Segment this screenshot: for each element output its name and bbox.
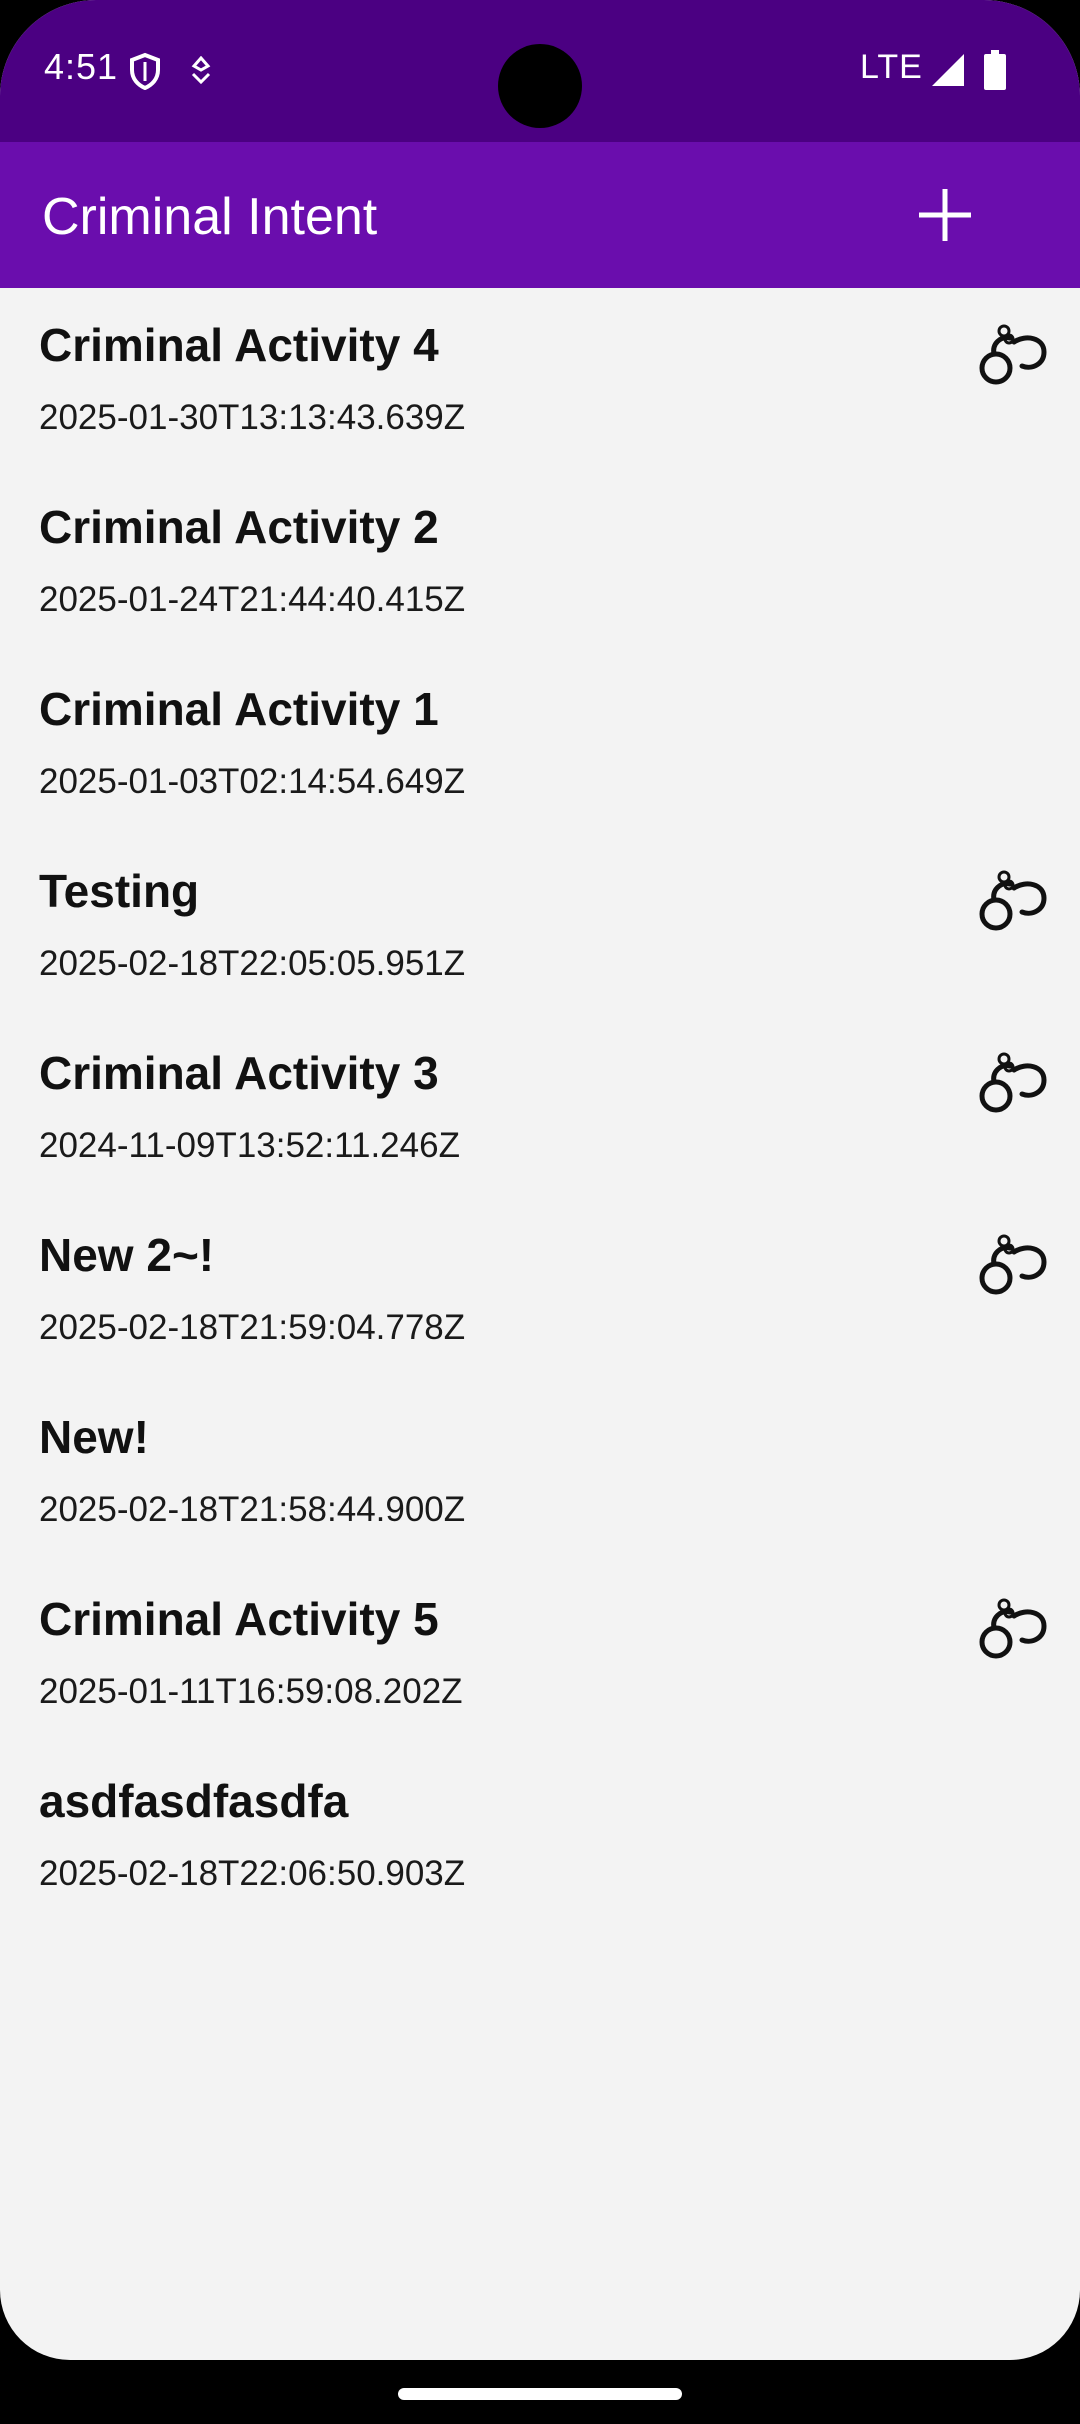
app-title: Criminal Intent — [42, 188, 378, 246]
navigation-icon — [191, 56, 211, 85]
crime-date: 2025-01-03T02:14:54.649Z — [39, 762, 466, 801]
crime-title: Criminal Activity 1 — [39, 683, 439, 735]
crime-list-item[interactable]: New! 2025-02-18T21:58:44.900Z — [0, 1380, 1080, 1562]
battery-icon — [984, 50, 1006, 90]
crime-list-item[interactable]: Criminal Activity 4 2025-01-30T13:13:43.… — [0, 288, 1080, 470]
handcuffs-icon — [979, 1052, 1047, 1113]
gesture-navigation-bar[interactable] — [398, 2388, 682, 2400]
handcuffs-icon — [979, 324, 1047, 385]
crime-title: Criminal Activity 2 — [39, 501, 439, 553]
crime-list-item[interactable]: Criminal Activity 3 2024-11-09T13:52:11.… — [0, 1016, 1080, 1198]
crime-list-item[interactable]: Criminal Activity 5 2025-01-11T16:59:08.… — [0, 1562, 1080, 1744]
crime-date: 2025-01-11T16:59:08.202Z — [39, 1672, 463, 1711]
plus-icon — [919, 189, 971, 241]
crime-date: 2025-02-18T21:58:44.900Z — [39, 1490, 466, 1529]
status-bar: 4:51 LTE — [0, 0, 1080, 142]
add-crime-button[interactable] — [900, 170, 990, 260]
crime-title: Criminal Activity 4 — [39, 319, 439, 371]
crime-date: 2025-02-18T22:06:50.903Z — [39, 1854, 466, 1893]
crime-title: Testing — [39, 865, 200, 917]
handcuffs-icon — [979, 1234, 1047, 1295]
crime-date: 2025-02-18T21:59:04.778Z — [39, 1308, 466, 1347]
signal-icon — [932, 54, 964, 86]
crime-list-item[interactable]: asdfasdfasdfa 2025-02-18T22:06:50.903Z — [0, 1744, 1080, 1926]
crime-list: Criminal Activity 4 2025-01-30T13:13:43.… — [0, 288, 1080, 1926]
crime-list-item[interactable]: Criminal Activity 2 2025-01-24T21:44:40.… — [0, 470, 1080, 652]
app-bar: Criminal Intent — [0, 142, 1080, 288]
crime-list-item[interactable]: Criminal Activity 1 2025-01-03T02:14:54.… — [0, 652, 1080, 834]
crime-title: Criminal Activity 5 — [39, 1593, 439, 1645]
crime-title: asdfasdfasdfa — [39, 1775, 349, 1827]
handcuffs-icon — [979, 1598, 1047, 1659]
crime-date: 2025-01-24T21:44:40.415Z — [39, 580, 466, 619]
crime-date: 2024-11-09T13:52:11.246Z — [39, 1126, 460, 1165]
crime-list-item[interactable]: New 2~! 2025-02-18T21:59:04.778Z — [0, 1198, 1080, 1380]
crime-title: Criminal Activity 3 — [39, 1047, 439, 1099]
shield-icon — [130, 52, 160, 90]
crime-list-item[interactable]: Testing 2025-02-18T22:05:05.951Z — [0, 834, 1080, 1016]
crime-title: New! — [39, 1411, 149, 1463]
status-time: 4:51 — [44, 46, 119, 87]
camera-cutout — [498, 44, 582, 128]
network-type: LTE — [860, 48, 923, 86]
handcuffs-icon — [979, 870, 1047, 931]
app-screen: 4:51 LTE Criminal Intent Criminal Activi… — [0, 0, 1080, 2360]
crime-date: 2025-02-18T22:05:05.951Z — [39, 944, 466, 983]
crime-title: New 2~! — [39, 1229, 215, 1281]
crime-date: 2025-01-30T13:13:43.639Z — [39, 398, 466, 437]
